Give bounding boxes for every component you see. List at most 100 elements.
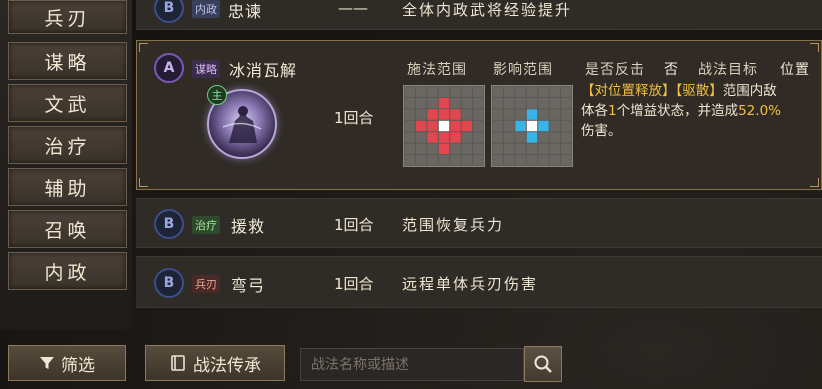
range-cell	[549, 97, 561, 109]
sidebar-item-zhaohuan[interactable]: 召唤	[8, 210, 127, 248]
type-tag: 谋略	[192, 60, 220, 78]
range-cell	[415, 109, 427, 120]
tactic-name: 援救	[231, 217, 266, 236]
range-cell	[473, 109, 484, 120]
range-cell	[515, 109, 526, 120]
tactic-turns: 1回合	[334, 216, 374, 234]
effect-tag-position: 【对位置释放】	[581, 83, 676, 99]
range-cell	[503, 86, 515, 97]
range-cell	[415, 155, 427, 166]
tactic-desc: 远程单体兵刃伤害	[402, 275, 539, 293]
range-cell	[450, 143, 461, 155]
range-cell	[404, 132, 415, 143]
range-cell	[561, 86, 572, 97]
sidebar-item-label: 谋略	[44, 51, 91, 74]
effect-count: 1	[608, 103, 617, 119]
range-cell	[450, 109, 461, 120]
tactic-inherit-button[interactable]: 战法传承	[145, 345, 285, 381]
range-cell	[438, 86, 450, 97]
range-cell	[450, 132, 461, 143]
type-tag: 内政	[192, 0, 220, 18]
cast-range-grid	[403, 85, 485, 167]
range-cell	[427, 155, 438, 166]
sidebar-item-wenwu[interactable]: 文武	[8, 84, 127, 122]
range-cell	[561, 143, 572, 155]
range-cell	[427, 97, 438, 109]
range-cell	[415, 97, 427, 109]
tactic-name: 忠谏	[228, 2, 263, 21]
range-cell	[438, 120, 450, 132]
range-cell	[415, 120, 427, 132]
range-cell	[450, 86, 461, 97]
range-cell	[427, 120, 438, 132]
frame-corner	[139, 178, 148, 187]
range-cell	[492, 97, 503, 109]
sidebar-item-zhiliao[interactable]: 治疗	[8, 126, 127, 164]
sidebar-item-bingren[interactable]: 兵刃	[8, 0, 127, 34]
range-cell	[404, 97, 415, 109]
range-cell	[538, 86, 549, 97]
target-label: 战法目标	[698, 62, 758, 78]
range-cell	[461, 120, 473, 132]
range-cell	[538, 132, 549, 143]
sidebar-item-fuzhu[interactable]: 辅助	[8, 168, 127, 206]
effect-range-label: 影响范围	[493, 62, 553, 78]
range-cell	[538, 155, 549, 166]
range-cell	[526, 143, 538, 155]
range-cell	[404, 143, 415, 155]
tactic-row-expanded[interactable]: A 谋略 冰消瓦解 主 1回合 施法范围 影响范围 是否反击 否 战法目标 位置…	[136, 40, 822, 190]
range-cell	[492, 143, 503, 155]
search-button[interactable]	[524, 346, 562, 382]
sidebar-item-neizheng[interactable]: 内政	[8, 252, 127, 290]
range-cell	[450, 155, 461, 166]
category-sidebar: 兵刃 谋略 文武 治疗 辅助 召唤 内政	[0, 0, 132, 330]
sidebar-item-label: 治疗	[44, 135, 91, 158]
counter-value: 否	[664, 62, 679, 78]
type-tag: 治疗	[192, 216, 220, 234]
range-cell	[415, 143, 427, 155]
tactic-turns: 1回合	[334, 109, 374, 127]
filter-button[interactable]: 筛选	[8, 345, 126, 381]
tactic-turns: ——	[338, 0, 368, 17]
range-cell	[515, 120, 526, 132]
effect-description: 【对位置释放】【驱散】范围内敌 体各1个增益状态，并造成52.0% 伤害。	[581, 81, 822, 141]
range-cell	[492, 120, 503, 132]
tactic-desc: 全体内政武将经验提升	[402, 1, 573, 19]
main-commander-badge: 主	[207, 85, 227, 105]
range-cell	[404, 86, 415, 97]
search-field[interactable]	[300, 348, 524, 381]
tactic-row[interactable]: B 兵刃 弯弓 1回合 远程单体兵刃伤害	[136, 256, 822, 308]
range-cell	[538, 143, 549, 155]
sidebar-item-moulue[interactable]: 谋略	[8, 42, 127, 80]
search-input[interactable]	[301, 349, 523, 380]
range-cell	[515, 155, 526, 166]
tactic-row[interactable]: B 内政 忠谏 —— 全体内政武将经验提升	[136, 0, 822, 30]
range-cell	[515, 143, 526, 155]
grade-badge: B	[154, 268, 184, 298]
cast-range-diagram	[404, 86, 484, 166]
tactic-name: 冰消瓦解	[229, 61, 298, 80]
range-cell	[438, 143, 450, 155]
filter-icon	[40, 357, 54, 369]
range-cell	[561, 132, 572, 143]
range-cell	[438, 132, 450, 143]
range-cell	[561, 109, 572, 120]
sidebar-item-label: 召唤	[44, 219, 91, 242]
range-cell	[503, 120, 515, 132]
range-cell	[561, 120, 572, 132]
range-cell	[526, 97, 538, 109]
range-cell	[492, 132, 503, 143]
range-cell	[473, 132, 484, 143]
range-cell	[427, 132, 438, 143]
range-cell	[415, 86, 427, 97]
book-icon	[171, 355, 185, 371]
range-cell	[427, 109, 438, 120]
type-tag: 兵刃	[192, 275, 220, 293]
tactic-row[interactable]: B 治疗 援救 1回合 范围恢复兵力	[136, 198, 822, 248]
range-cell	[503, 97, 515, 109]
range-cell	[549, 120, 561, 132]
range-cell	[503, 143, 515, 155]
range-cell	[561, 97, 572, 109]
range-cell	[492, 155, 503, 166]
grade-badge: A	[154, 53, 184, 83]
